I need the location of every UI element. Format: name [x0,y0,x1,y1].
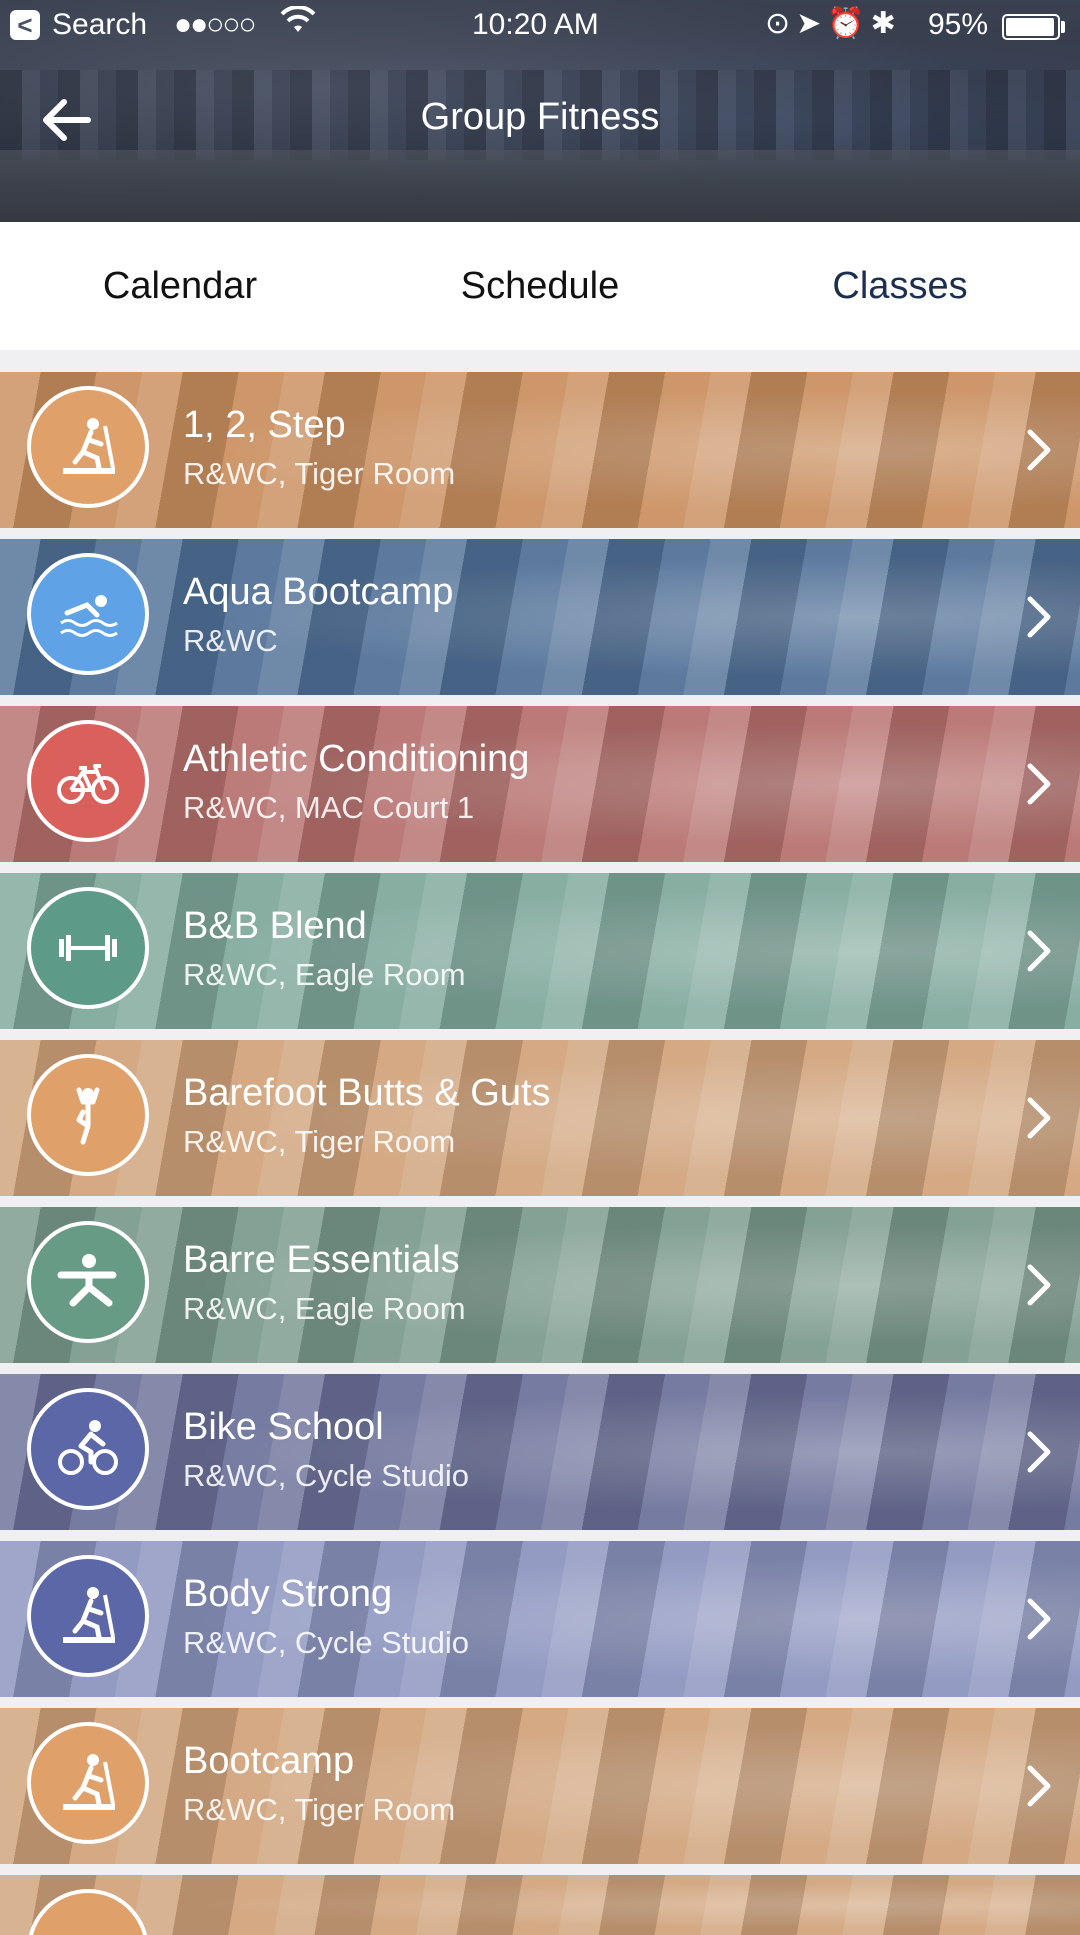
class-location: R&WC, Cycle Studio [183,1625,469,1660]
battery-percentage: 95% [928,8,989,41]
class-background-photo [0,372,1080,528]
class-list-item[interactable]: Body Strong R&WC, Cycle Studio [0,1541,1080,1697]
step-icon [27,386,149,508]
class-list-item[interactable]: Aqua Bootcamp R&WC [0,539,1080,695]
class-location: R&WC [183,623,278,658]
class-location: R&WC, Tiger Room [183,1792,456,1827]
class-background-photo [0,1207,1080,1363]
tab-bar: Calendar Schedule Classes [0,222,1080,350]
class-title: Barefoot Butts & Guts [183,1072,551,1114]
class-list: 1, 2, Step R&WC, Tiger Room Aqua Bootcamp R… [0,372,1080,1935]
status-bar: < Search ●●○○○ 10:20 AM ⊙➤⏰✱ 95% [0,0,1080,52]
class-location: R&WC, Eagle Room [183,1291,466,1326]
class-title: Bootcamp [183,1740,355,1782]
class-list-item[interactable]: Barre Essentials R&WC, Eagle Room [0,1207,1080,1363]
tab-classes[interactable]: Classes [720,222,1080,350]
class-title: Athletic Conditioning [183,738,530,780]
class-location: R&WC, MAC Court 1 [183,790,475,825]
barbell-icon [27,887,149,1009]
step-icon [27,1722,149,1844]
bicycle-icon [27,720,149,842]
class-location: R&WC, Cycle Studio [183,1458,469,1493]
alarm-icon: ⏰ [827,7,871,40]
class-list-item[interactable]: Bike School R&WC, Cycle Studio [0,1374,1080,1530]
class-title: 1, 2, Step [183,404,346,446]
chevron-right-icon [1026,428,1052,472]
location-icon: ➤ [796,7,828,40]
chevron-right-icon [1026,929,1052,973]
tab-schedule[interactable]: Schedule [360,222,720,350]
chevron-right-icon [1026,1764,1052,1808]
header-banner: < Search ●●○○○ 10:20 AM ⊙➤⏰✱ 95% Group F… [0,0,1080,222]
class-location: R&WC, Tiger Room [183,1124,456,1159]
signal-strength-icon: ●●○○○ [174,8,257,41]
chevron-right-icon [1026,1430,1052,1474]
class-list-item[interactable] [0,1875,1080,1935]
carrier-label[interactable]: Search [52,8,147,42]
back-to-app-icon[interactable]: < [10,10,40,40]
battery-icon [1002,14,1060,40]
class-background-photo [0,706,1080,862]
stretch-icon [27,1221,149,1343]
class-background-photo [0,873,1080,1029]
class-background-photo [0,1541,1080,1697]
clock: 10:20 AM [472,8,599,41]
tab-calendar[interactable]: Calendar [0,222,360,350]
class-title: Barre Essentials [183,1239,460,1281]
chevron-right-icon [1026,595,1052,639]
class-location: R&WC, Eagle Room [183,957,466,992]
chevron-right-icon [1026,1597,1052,1641]
rotation-lock-icon: ⊙ [765,7,797,40]
class-background-photo [0,1708,1080,1864]
class-list-item[interactable]: Athletic Conditioning R&WC, MAC Court 1 [0,706,1080,862]
class-title: B&B Blend [183,905,367,947]
wifi-icon [280,5,316,44]
class-list-item[interactable]: Bootcamp R&WC, Tiger Room [0,1708,1080,1864]
status-icons: ⊙➤⏰✱ [765,6,902,41]
class-location: R&WC, Tiger Room [183,456,456,491]
cyclist-icon [27,1388,149,1510]
page-title: Group Fitness [420,96,660,138]
step-icon [27,1555,149,1677]
bluetooth-icon: ✱ [870,7,902,40]
chevron-right-icon [1026,762,1052,806]
class-background-photo [0,1374,1080,1530]
class-list-item[interactable]: B&B Blend R&WC, Eagle Room [0,873,1080,1029]
class-title: Aqua Bootcamp [183,571,454,613]
class-title: Bike School [183,1406,384,1448]
class-list-item[interactable]: Barefoot Butts & Guts R&WC, Tiger Room [0,1040,1080,1196]
class-background-photo [0,539,1080,695]
class-background-photo [0,1040,1080,1196]
class-list-item[interactable]: 1, 2, Step R&WC, Tiger Room [0,372,1080,528]
chevron-right-icon [1026,1263,1052,1307]
yoga-icon [27,1054,149,1176]
class-title: Body Strong [183,1573,393,1615]
swimmer-icon [27,553,149,675]
class-background-photo [0,1875,1080,1935]
chevron-right-icon [1026,1096,1052,1140]
